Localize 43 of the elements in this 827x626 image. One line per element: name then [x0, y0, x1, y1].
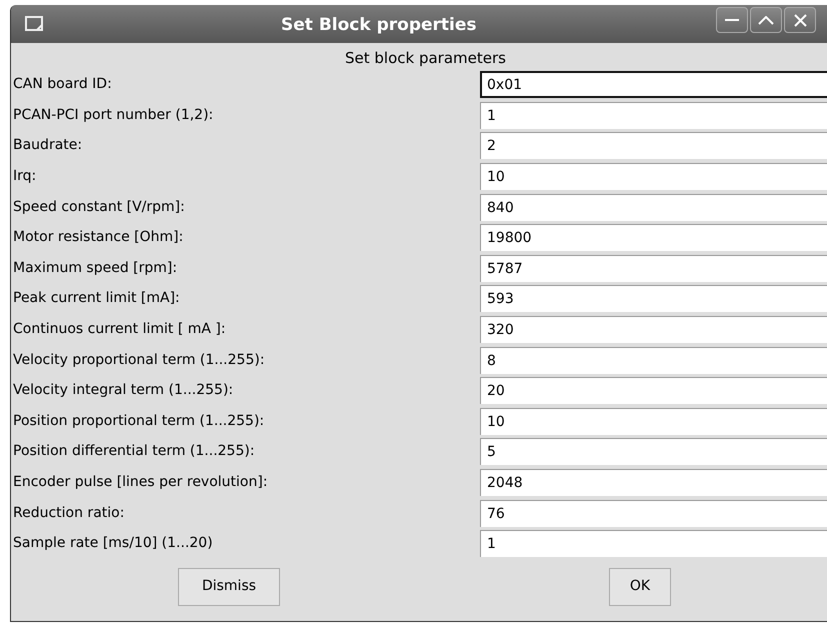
- minimize-icon: [725, 18, 739, 22]
- field-label: Velocity proportional term (1...255):: [12, 350, 266, 370]
- chevron-up-icon: [758, 16, 774, 24]
- field-label: Position differential term (1...255):: [12, 442, 256, 462]
- window-title: Set Block properties: [281, 14, 476, 37]
- field-label: Speed constant [V/rpm]:: [12, 198, 186, 217]
- input-field[interactable]: 19800: [480, 224, 827, 252]
- field-label: Sample rate [ms/10] (1...20): [12, 534, 214, 554]
- input-field[interactable]: 8: [480, 346, 827, 374]
- field-label: CAN board ID:: [12, 75, 113, 94]
- maximize-button[interactable]: [750, 7, 782, 33]
- input-field[interactable]: 840: [480, 194, 827, 221]
- field-label: PCAN-PCI port number (1,2):: [12, 106, 214, 125]
- field-label: Irq:: [12, 167, 38, 186]
- input-field[interactable]: 5787: [480, 254, 827, 282]
- dismiss-button[interactable]: Dismiss: [178, 568, 280, 606]
- window-menu-icon[interactable]: [25, 16, 43, 32]
- input-field[interactable]: 10: [480, 163, 827, 190]
- close-button[interactable]: [784, 7, 816, 33]
- field-label: Continuos current limit [ mA ]:: [12, 320, 227, 340]
- input-field[interactable]: 20: [480, 377, 827, 404]
- close-icon: [794, 14, 806, 26]
- field-label: Reduction ratio:: [12, 504, 126, 523]
- minimize-button[interactable]: [716, 7, 748, 33]
- field-label: Motor resistance [Ohm]:: [12, 228, 184, 248]
- input-field[interactable]: 1: [480, 530, 827, 558]
- input-field[interactable]: 320: [480, 316, 827, 344]
- input-field[interactable]: 5: [480, 438, 827, 466]
- input-field[interactable]: 0x01: [480, 71, 827, 98]
- input-field[interactable]: 593: [480, 285, 827, 312]
- field-label: Velocity integral term (1...255):: [12, 381, 234, 400]
- dialog-heading: Set block parameters: [345, 48, 506, 69]
- ok-button[interactable]: OK: [609, 568, 671, 606]
- field-label: Baudrate:: [12, 136, 84, 156]
- field-label: Position proportional term (1...255):: [12, 412, 266, 431]
- input-field[interactable]: 76: [480, 500, 827, 527]
- input-field[interactable]: 2048: [480, 469, 827, 496]
- input-field[interactable]: 10: [480, 408, 827, 435]
- field-label: Encoder pulse [lines per revolution]:: [12, 473, 269, 492]
- input-field[interactable]: 1: [480, 102, 827, 129]
- input-field[interactable]: 2: [480, 132, 827, 160]
- field-label: Peak current limit [mA]:: [12, 289, 181, 308]
- field-label: Maximum speed [rpm]:: [12, 258, 178, 278]
